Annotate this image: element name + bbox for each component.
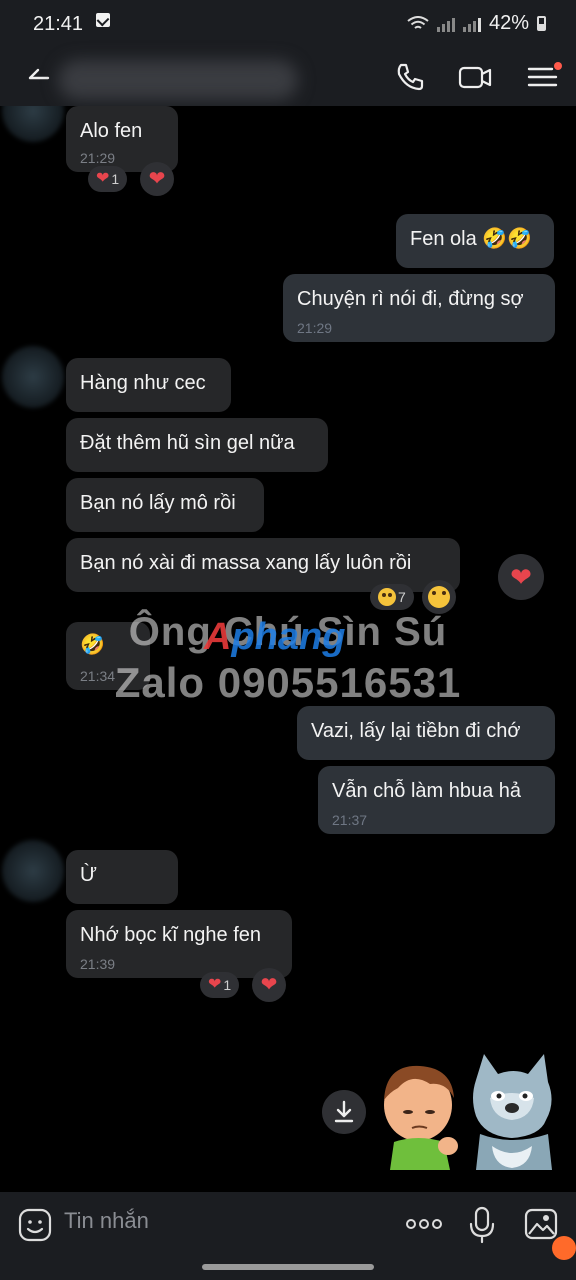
heart-icon: ❤ — [148, 168, 166, 190]
message-time: 21:39 — [80, 956, 116, 972]
message-time: 21:37 — [332, 812, 368, 828]
checkbox-notification-icon — [96, 13, 110, 27]
status-bar: 21:41 42% — [0, 0, 576, 48]
chat-messages: Alo fen 21:29 ❤ 1 ❤ Fen ola 🤣🤣 Chuyện rì… — [0, 106, 576, 1192]
avatar[interactable] — [2, 840, 64, 902]
smiley-icon[interactable] — [18, 1208, 52, 1242]
reaction-summary[interactable]: ❤ 1 — [88, 166, 128, 192]
watermark-line2: Zalo 0905516531 — [114, 659, 462, 706]
avatar[interactable] — [2, 106, 64, 142]
message-text: Chuyện rì nói đi, đừng sợ — [297, 288, 524, 310]
heart-react-button[interactable]: ❤ — [140, 162, 174, 196]
video-camera-icon[interactable] — [458, 60, 492, 94]
reaction-summary[interactable]: ❤ 1 — [200, 972, 240, 998]
home-indicator[interactable] — [202, 1264, 374, 1270]
heart-react-button[interactable]: ❤ — [252, 968, 286, 1002]
reaction-count: 1 — [223, 977, 232, 993]
avatar[interactable] — [2, 346, 64, 408]
watermark-logo-rest: phang — [231, 616, 346, 658]
message-text: Bạn nó lấy mô rồi — [80, 492, 236, 514]
message-bubble[interactable]: Nhớ bọc kĩ nghe fen 21:39 — [66, 910, 292, 978]
battery-percent: 42% — [488, 12, 529, 34]
microphone-icon[interactable] — [468, 1206, 496, 1244]
reaction-summary[interactable]: 7 — [370, 584, 414, 610]
reaction-count: 1 — [111, 171, 120, 187]
message-text: Bạn nó xài đi massa xang lấy luôn rồi — [80, 552, 412, 574]
chat-header — [0, 48, 576, 106]
signal-icon — [436, 16, 455, 32]
wifi-icon — [407, 15, 429, 29]
message-bubble[interactable]: Vazi, lấy lại tiềbn đi chớ — [297, 706, 555, 760]
message-text: Fen ola 🤣🤣 — [410, 228, 533, 250]
message-bubble[interactable]: Vẫn chỗ làm hbua hả 21:37 — [318, 766, 555, 834]
floating-badge-icon[interactable] — [552, 1236, 576, 1260]
message-bubble[interactable]: Ừ — [66, 850, 178, 904]
message-text: Vazi, lấy lại tiềbn đi chớ — [311, 720, 521, 742]
wow-face-icon — [378, 588, 396, 606]
message-time: 21:29 — [297, 320, 333, 336]
contact-name-blurred[interactable] — [58, 60, 298, 100]
message-bubble[interactable]: Đặt thêm hũ sìn gel nữa — [66, 418, 328, 472]
more-dots-icon[interactable] — [404, 1212, 444, 1236]
reaction-count: 7 — [398, 589, 406, 605]
sticker-image[interactable] — [372, 1050, 556, 1170]
signal-icon-2 — [462, 16, 481, 32]
notification-dot — [554, 62, 562, 70]
status-time: 21:41 — [33, 13, 84, 35]
message-text: Đặt thêm hũ sìn gel nữa — [80, 432, 295, 454]
message-bubble[interactable]: Fen ola 🤣🤣 — [396, 214, 554, 268]
phone-icon[interactable] — [393, 60, 427, 94]
message-text: Nhớ bọc kĩ nghe fen — [80, 924, 262, 946]
message-time: 21:29 — [80, 150, 116, 166]
image-icon[interactable] — [524, 1208, 558, 1240]
watermark-logo-a: A — [204, 616, 232, 658]
heart-icon: ❤ — [260, 974, 278, 996]
message-input-bar — [0, 1192, 576, 1280]
heart-icon: ❤ — [96, 170, 110, 187]
wow-face-icon — [428, 586, 450, 608]
message-text: Hàng như cec — [80, 372, 206, 394]
message-bubble[interactable]: Bạn nó lấy mô rồi — [66, 478, 264, 532]
message-text: Ừ — [80, 864, 98, 886]
heart-icon: ❤ — [208, 976, 222, 993]
message-bubble[interactable]: Chuyện rì nói đi, đừng sợ 21:29 — [283, 274, 555, 342]
message-input[interactable] — [64, 1208, 384, 1234]
battery-icon — [537, 16, 546, 31]
wow-react-button[interactable] — [422, 580, 456, 614]
message-text: Alo fen — [80, 120, 143, 142]
status-indicators: 42% — [407, 12, 546, 35]
download-icon[interactable] — [322, 1090, 366, 1134]
message-text: Vẫn chỗ làm hbua hả — [332, 780, 522, 802]
arrow-left-icon[interactable] — [26, 64, 52, 90]
message-bubble[interactable]: Hàng như cec — [66, 358, 231, 412]
heart-icon: ❤ — [510, 562, 532, 592]
watermark-logo: Aphang — [204, 616, 345, 659]
heart-react-button[interactable]: ❤ — [498, 554, 544, 600]
